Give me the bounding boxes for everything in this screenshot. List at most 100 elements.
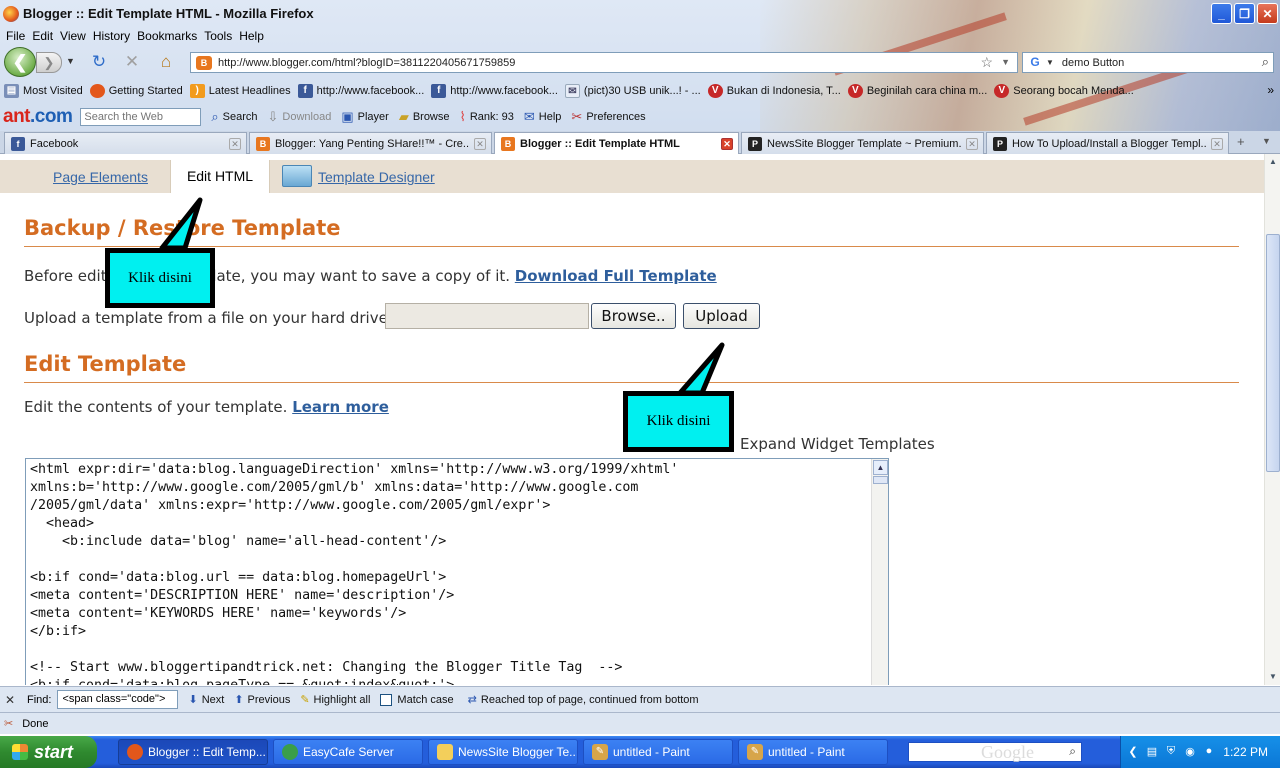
taskbar-firefox[interactable]: Blogger :: Edit Temp... — [118, 739, 268, 765]
ant-search-button[interactable]: ⌕ Search — [211, 109, 257, 125]
ant-browse-button[interactable]: ▰ Browse — [399, 109, 450, 125]
ant-download-button[interactable]: ⇩ Download — [268, 109, 332, 125]
address-url[interactable]: http://www.blogger.com/html?blogID=38112… — [218, 57, 515, 69]
tab-close-icon[interactable]: ✕ — [1211, 137, 1223, 150]
history-dropdown-icon[interactable]: ▼ — [66, 56, 75, 66]
menu-bookmarks[interactable]: Bookmarks — [137, 29, 204, 43]
network-icon[interactable]: ▤ — [1145, 745, 1159, 759]
bookmark-latest-headlines[interactable]: ) Latest Headlines — [189, 84, 291, 98]
scroll-down-icon[interactable]: ▼ — [1266, 670, 1280, 684]
ant-help-button[interactable]: ✉ Help — [524, 109, 562, 125]
bookmark-usb[interactable]: ✉ (pict)30 USB unik...! - ... — [564, 84, 701, 98]
status-tools-icon: ✂ — [4, 718, 14, 730]
ant-player-button[interactable]: ▣ Player — [341, 109, 388, 125]
taskbar-paint-1[interactable]: ✎ untitled - Paint — [583, 739, 733, 765]
facebook-icon: f — [11, 136, 25, 151]
template-designer-icon[interactable] — [282, 165, 312, 187]
expand-widget-templates[interactable]: Expand Widget Templates — [740, 435, 935, 453]
ant-logo[interactable]: ant.com — [3, 106, 73, 128]
tab-close-icon[interactable]: ✕ — [229, 137, 241, 150]
search-icon[interactable]: ⌕ — [1069, 744, 1076, 759]
minimize-button[interactable]: _ — [1211, 3, 1232, 24]
template-file-input[interactable] — [385, 303, 589, 329]
tab-how-to-upload[interactable]: P How To Upload/Install a Blogger Templ.… — [986, 132, 1229, 154]
app-icon[interactable]: ● — [1202, 745, 1216, 759]
search-box[interactable]: G ▼ demo Button ⌕ — [1022, 52, 1274, 73]
bookmark-star-icon[interactable]: ☆ — [980, 54, 993, 71]
taskbar-easycafe[interactable]: EasyCafe Server — [273, 739, 423, 765]
menu-history[interactable]: History — [93, 29, 137, 43]
bookmark-bukan[interactable]: V Bukan di Indonesia, T... — [707, 84, 841, 98]
page-elements-link[interactable]: Page Elements — [53, 169, 148, 185]
page-scroll-thumb[interactable] — [1266, 234, 1280, 472]
arrow-up-icon: ⬆ — [234, 694, 244, 706]
download-icon: ⇩ — [267, 108, 279, 124]
editor-scrollbar[interactable]: ▲ — [871, 459, 888, 685]
search-input[interactable]: demo Button — [1062, 57, 1124, 69]
taskbar-google-search[interactable]: Google ⌕ — [908, 742, 1082, 762]
engine-dropdown-icon[interactable]: ▼ — [1046, 58, 1054, 67]
stop-icon[interactable]: ✕ — [122, 52, 142, 72]
template-code[interactable]: <html expr:dir='data:blog.languageDirect… — [30, 461, 678, 685]
back-button[interactable]: ❮ — [4, 47, 36, 77]
tab-close-icon[interactable]: ✕ — [474, 137, 486, 150]
editor-scroll-thumb[interactable] — [873, 476, 888, 484]
bookmark-facebook-2[interactable]: f http://www.facebook... — [431, 84, 558, 98]
tab-list-icon[interactable]: ▼ — [1262, 136, 1271, 146]
shield-icon[interactable]: ⛨ — [1164, 745, 1178, 759]
home-icon[interactable]: ⌂ — [156, 52, 176, 72]
bookmark-getting-started[interactable]: Getting Started — [89, 84, 183, 98]
tab-close-icon[interactable]: ✕ — [721, 138, 733, 150]
highlight-all-button[interactable]: ✎ Highlight all — [300, 693, 370, 707]
bookmark-seorang[interactable]: V Seorang bocah Menda... — [994, 84, 1134, 98]
ant-rank[interactable]: ⌇ Rank: 93 — [460, 109, 514, 125]
bookmark-facebook-1[interactable]: f http://www.facebook... — [297, 84, 424, 98]
template-subnav: Page Elements Edit HTML Template Designe… — [0, 160, 1264, 193]
menu-help[interactable]: Help — [239, 29, 271, 43]
upload-button[interactable]: Upload — [683, 303, 760, 329]
scroll-up-icon[interactable]: ▲ — [1266, 155, 1280, 169]
tab-close-icon[interactable]: ✕ — [966, 137, 978, 150]
match-case-checkbox[interactable]: Match case — [380, 693, 454, 706]
taskbar-folder[interactable]: NewsSite Blogger Te... — [428, 739, 578, 765]
ant-search-input[interactable] — [80, 107, 202, 126]
google-engine-icon[interactable]: G — [1026, 55, 1044, 71]
menu-view[interactable]: View — [60, 29, 93, 43]
tab-newssite[interactable]: P NewsSite Blogger Template ~ Premium...… — [741, 132, 984, 154]
taskbar-paint-2[interactable]: ✎ untitled - Paint — [738, 739, 888, 765]
find-input[interactable]: <span class="code"> — [57, 690, 179, 709]
bookmarks-overflow-icon[interactable]: » — [1267, 83, 1274, 97]
maximize-button[interactable]: ❐ — [1234, 3, 1255, 24]
start-button[interactable]: start — [0, 736, 97, 768]
page-scrollbar[interactable]: ▲ ▼ — [1264, 154, 1280, 685]
template-code-editor[interactable]: <html expr:dir='data:blog.languageDirect… — [25, 458, 889, 685]
find-previous-button[interactable]: ⬆ Previous — [234, 693, 290, 707]
reload-icon[interactable]: ↻ — [89, 52, 109, 72]
tab-edit-template[interactable]: B Blogger :: Edit Template HTML ✕ — [494, 132, 739, 155]
address-bar[interactable]: B http://www.blogger.com/html?blogID=381… — [190, 52, 1018, 73]
edit-html-tab[interactable]: Edit HTML — [170, 160, 270, 193]
template-designer-link[interactable]: Template Designer — [318, 169, 435, 185]
close-window-button[interactable]: ✕ — [1257, 3, 1278, 24]
antivirus-icon[interactable]: ◉ — [1183, 745, 1197, 759]
url-dropdown-icon[interactable]: ▼ — [1001, 57, 1010, 67]
search-magnifier-icon[interactable]: ⌕ — [1262, 54, 1269, 70]
checkbox-icon[interactable] — [380, 693, 393, 706]
find-next-button[interactable]: ⬇ Next — [188, 693, 224, 707]
ant-preferences-button[interactable]: ✂ Preferences — [571, 109, 645, 125]
forward-button[interactable]: ❯ — [36, 52, 62, 73]
back-arrow-icon[interactable]: ❮ — [1126, 745, 1140, 759]
bookmark-most-visited[interactable]: ▤ Most Visited — [4, 84, 83, 98]
menu-file[interactable]: File — [6, 29, 32, 43]
scroll-up-icon[interactable]: ▲ — [873, 460, 888, 475]
tab-blogger-share[interactable]: B Blogger: Yang Penting SHare!!™ - Cre..… — [249, 132, 492, 154]
browse-button[interactable]: Browse.. — [591, 303, 676, 329]
download-full-template-link[interactable]: Download Full Template — [515, 267, 717, 285]
close-find-icon[interactable]: ✕ — [5, 693, 19, 707]
menu-tools[interactable]: Tools — [204, 29, 239, 43]
bookmark-beginilah[interactable]: V Beginilah cara china m... — [847, 84, 987, 98]
new-tab-icon[interactable]: + — [1237, 134, 1245, 149]
tab-facebook[interactable]: f Facebook ✕ — [4, 132, 247, 154]
learn-more-link[interactable]: Learn more — [292, 398, 389, 416]
menu-edit[interactable]: Edit — [32, 29, 60, 43]
